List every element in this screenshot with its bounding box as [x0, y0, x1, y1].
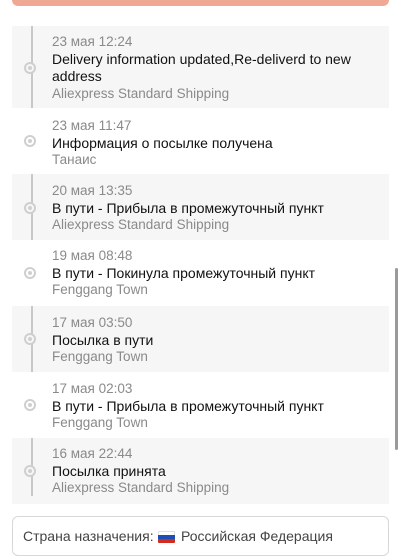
timeline-event: 17 мая 03:50 Посылка в пути Fenggang Tow… — [12, 306, 389, 372]
event-location: Танаис — [52, 152, 97, 167]
event-description: В пути - Покинула промежуточный пункт — [52, 265, 316, 281]
event-time: 16 мая 22:44 — [52, 446, 133, 461]
timeline-dot-icon — [24, 135, 36, 147]
event-description: Посылка в пути — [52, 332, 154, 348]
timeline-dot-icon — [24, 267, 36, 279]
timeline-dot-icon — [24, 399, 36, 411]
timeline-dot-icon — [24, 333, 36, 345]
event-time: 20 мая 13:35 — [52, 183, 133, 198]
event-description: Информация о посылке получена — [52, 135, 273, 151]
event-location: Aliexpress Standard Shipping — [52, 86, 230, 101]
timeline-dot-icon — [24, 465, 36, 477]
timeline-dot-icon — [24, 62, 36, 74]
timeline-event: 20 мая 13:35 В пути - Прибыла в промежут… — [12, 174, 389, 240]
destination-label: Страна назначения: — [23, 528, 154, 544]
destination-box: Страна назначения: Российская Федерация — [12, 516, 389, 556]
event-location: Fenggang Town — [52, 415, 148, 430]
event-location: Fenggang Town — [52, 282, 148, 297]
russia-flag-icon — [158, 531, 175, 543]
timeline-event: 23 мая 12:24 Delivery information update… — [12, 26, 389, 108]
event-description: Delivery information updated,Re-deliverd… — [52, 51, 351, 84]
event-time: 17 мая 03:50 — [52, 315, 133, 330]
event-description: В пути - Прибыла в промежуточный пункт — [52, 200, 324, 216]
event-time: 23 мая 11:47 — [52, 118, 132, 133]
timeline-event: 17 мая 02:03 В пути - Прибыла в промежут… — [12, 372, 389, 438]
event-location: Aliexpress Standard Shipping — [52, 480, 230, 495]
event-time: 23 мая 12:24 — [52, 34, 133, 49]
timeline-dot-icon — [24, 202, 36, 214]
event-location: Aliexpress Standard Shipping — [52, 217, 230, 232]
event-description: Посылка принята — [52, 463, 166, 479]
destination-country: Российская Федерация — [181, 528, 333, 544]
scrollbar-thumb[interactable] — [395, 268, 398, 450]
status-banner — [12, 0, 389, 6]
event-time: 17 мая 02:03 — [52, 381, 133, 396]
event-location: Fenggang Town — [52, 349, 148, 364]
timeline-event: 23 мая 11:47 Информация о посылке получе… — [12, 108, 389, 174]
timeline-event: 16 мая 22:44 Посылка принята Aliexpress … — [12, 438, 389, 504]
tracking-timeline: 23 мая 12:24 Delivery information update… — [12, 26, 389, 504]
event-time: 19 мая 08:48 — [52, 248, 133, 263]
event-description: В пути - Прибыла в промежуточный пункт — [52, 398, 324, 414]
timeline-event: 19 мая 08:48 В пути - Покинула промежуто… — [12, 240, 389, 306]
